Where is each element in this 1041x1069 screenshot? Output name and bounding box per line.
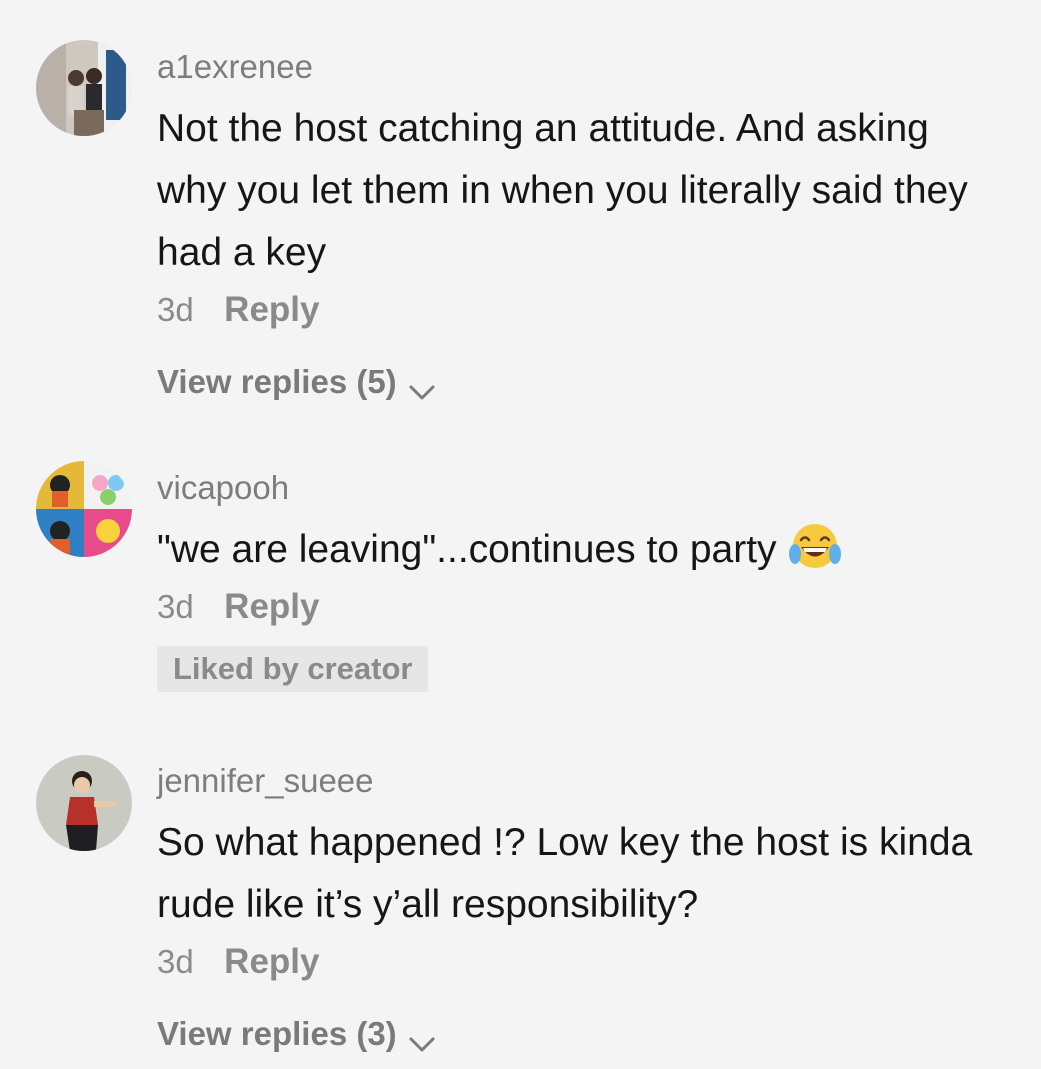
comment-content: jennifer_sueee So what happened !? Low k… [157, 761, 1001, 1054]
username[interactable]: jennifer_sueee [157, 761, 1001, 801]
avatar[interactable] [36, 755, 132, 851]
view-replies-label: View replies (3) [157, 1015, 397, 1052]
comment-content: a1exrenee Not the host catching an attit… [157, 47, 1001, 402]
avatar[interactable] [36, 40, 132, 136]
username[interactable]: vicapooh [157, 468, 1001, 508]
reply-button[interactable]: Reply [224, 942, 319, 982]
comment-meta: 3d Reply [157, 290, 1001, 330]
view-replies-button[interactable]: View replies (5) [157, 362, 1001, 402]
comment-text: Not the host catching an attitude. And a… [157, 107, 968, 274]
comment-text: "we are leaving"...continues to party [157, 519, 1001, 581]
comment-content: vicapooh "we are leaving"...continues to… [157, 468, 1001, 692]
comment-meta: 3d Reply [157, 587, 1001, 627]
chevron-down-icon [407, 1024, 437, 1052]
timestamp: 3d [157, 588, 194, 625]
comment-text-body: "we are leaving"...continues to party [157, 528, 777, 571]
laughing-emoji-icon [788, 520, 841, 572]
view-replies-label: View replies (5) [157, 363, 397, 400]
avatar[interactable] [36, 461, 132, 557]
timestamp: 3d [157, 943, 194, 980]
liked-by-creator-badge: Liked by creator [157, 646, 429, 692]
username[interactable]: a1exrenee [157, 47, 1001, 87]
reply-button[interactable]: Reply [224, 290, 319, 330]
comment-meta: 3d Reply [157, 942, 1001, 982]
chevron-down-icon [407, 372, 437, 400]
view-replies-button[interactable]: View replies (3) [157, 1014, 1001, 1054]
timestamp: 3d [157, 291, 194, 328]
reply-button[interactable]: Reply [224, 587, 319, 627]
comment-text: So what happened !? Low key the host is … [157, 821, 973, 926]
